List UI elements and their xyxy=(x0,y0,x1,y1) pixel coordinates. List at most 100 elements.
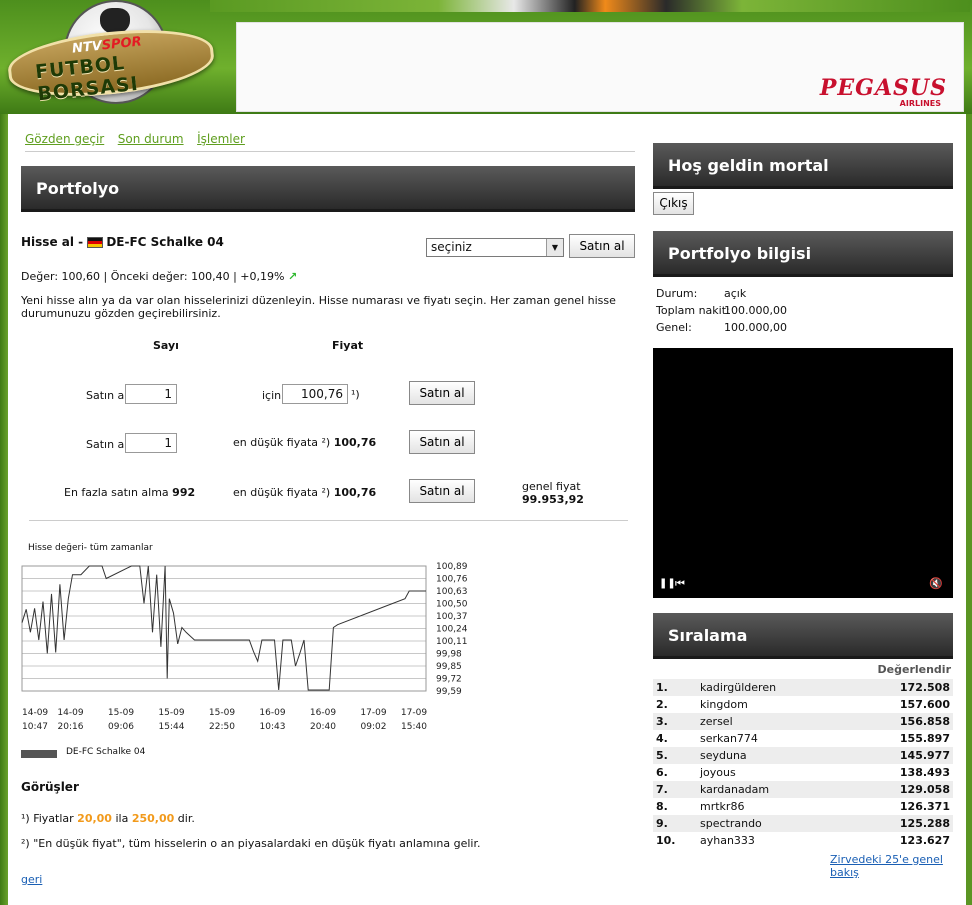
ranking-value: 138.493 xyxy=(899,766,950,779)
team-select-value: seçiniz xyxy=(431,240,472,254)
ranking-row: 7. kardanadam 129.058 xyxy=(653,781,953,798)
x-tick-label: 10:47 xyxy=(22,722,48,732)
ad-brand: PEGASUS xyxy=(819,75,947,101)
ranking-pos: 3. xyxy=(656,715,668,728)
tab-overview[interactable]: Gözden geçir xyxy=(25,132,104,146)
x-tick-label: 15-09 xyxy=(158,708,184,718)
nav-tabs: Gözden geçir Son durum İşlemler xyxy=(25,132,635,152)
row2-lowest-label: en düşük fiyata ²) xyxy=(233,436,331,449)
row1-price-input[interactable]: 100,76 xyxy=(282,384,348,404)
row3-lowest: en düşük fiyata ²) 100,76 xyxy=(233,486,376,499)
site-logo[interactable]: NTVSPOR FUTBOL BORSASI xyxy=(5,0,217,110)
x-tick-label: 17-09 xyxy=(360,708,386,718)
ranking-name: kingdom xyxy=(700,698,748,711)
y-tick-label: 99,98 xyxy=(436,650,462,660)
row2-qty-input[interactable]: 1 xyxy=(125,433,177,453)
ranking-name: spectrando xyxy=(700,817,762,830)
ranking-name: kardanadam xyxy=(700,783,770,796)
ranking-pos: 6. xyxy=(656,766,668,779)
info-key-status: Durum: xyxy=(656,287,698,300)
y-tick-label: 100,76 xyxy=(436,575,468,585)
ranking-pos: 5. xyxy=(656,749,668,762)
col-price: Fiyat xyxy=(332,339,364,352)
x-tick-label: 14-09 xyxy=(22,708,48,718)
x-tick-label: 09:02 xyxy=(361,722,387,732)
ranking-value: 156.858 xyxy=(899,715,950,728)
portfolio-title: Portfolyo xyxy=(21,166,635,212)
ranking-pos: 9. xyxy=(656,817,668,830)
x-tick-label: 14-09 xyxy=(57,708,83,718)
legend-label: DE-FC Schalke 04 xyxy=(66,747,146,757)
ranking-row: 4. serkan774 155.897 xyxy=(653,730,953,747)
info-values: açık 100.000,00 100.000,00 xyxy=(724,285,787,336)
note2: ²) "En düşük fiyat", tüm hisselerin o an… xyxy=(21,837,481,850)
x-tick-label: 15-09 xyxy=(209,708,235,718)
opinions-title: Görüşler xyxy=(21,780,79,794)
trend-up-icon: ↗ xyxy=(287,270,298,283)
ranking-header: Değerlendir xyxy=(877,663,951,676)
ranking-pos: 2. xyxy=(656,698,668,711)
ranking-name: seyduna xyxy=(700,749,747,762)
ranking-name: serkan774 xyxy=(700,732,758,745)
row1-for-label: için xyxy=(262,389,282,402)
ranking-value: 172.508 xyxy=(899,681,950,694)
ranking-value: 157.600 xyxy=(899,698,950,711)
ranking-value: 125.288 xyxy=(899,817,950,830)
ranking-row: 2. kingdom 157.600 xyxy=(653,696,953,713)
ranking-row: 1. kadirgülderen 172.508 xyxy=(653,679,953,696)
total-value: 99.953,92 xyxy=(522,493,584,506)
note1: ¹) Fiyatlar 20,00 ila 250,00 dir. xyxy=(21,812,195,825)
ranking-pos: 1. xyxy=(656,681,668,694)
x-tick-label: 15:40 xyxy=(401,722,427,732)
row3-buy-button[interactable]: Satın al xyxy=(409,479,475,503)
row2-buy-button[interactable]: Satın al xyxy=(409,430,475,454)
ranking-pos: 10. xyxy=(656,834,676,847)
mute-icon[interactable]: 🔇 xyxy=(929,577,943,590)
ranking-row: 3. zersel 156.858 xyxy=(653,713,953,730)
x-tick-label: 22:50 xyxy=(209,722,235,732)
note1-post: dir. xyxy=(177,812,195,825)
logout-button[interactable]: Çıkış xyxy=(653,192,694,215)
y-tick-label: 100,24 xyxy=(436,625,468,635)
ad-brand-sub: AIRLINES xyxy=(899,99,941,108)
row1-qty-input[interactable]: 1 xyxy=(125,384,177,404)
ranking-name: ayhan333 xyxy=(700,834,755,847)
video-player[interactable]: ❚❚ ⏮ 🔇 xyxy=(653,348,953,598)
y-tick-label: 100,50 xyxy=(436,600,468,610)
row3-label: En fazla satın alma xyxy=(64,486,169,499)
ranking-pos: 4. xyxy=(656,732,668,745)
buy-heading: Hisse al - DE-FC Schalke 04 xyxy=(21,235,224,249)
select-buy-button[interactable]: Satın al xyxy=(569,234,635,258)
y-tick-label: 99,85 xyxy=(436,662,462,672)
team-select[interactable]: seçiniz ▼ xyxy=(426,238,564,257)
info-title: Portfolyo bilgisi xyxy=(653,231,953,277)
x-tick-label: 17-09 xyxy=(401,708,427,718)
chart-title: Hisse değeri- tüm zamanlar xyxy=(28,543,153,553)
header-decoration xyxy=(210,0,970,12)
ranking-value: 145.977 xyxy=(899,749,950,762)
row3-lowest-label: en düşük fiyata ²) xyxy=(233,486,331,499)
x-tick-label: 16-09 xyxy=(310,708,336,718)
info-val-status: açık xyxy=(724,287,747,300)
note1-max: 250,00 xyxy=(131,812,175,825)
value-text: Değer: 100,60 | Önceki değer: 100,40 | +… xyxy=(21,270,285,283)
tab-transactions[interactable]: İşlemler xyxy=(197,132,245,146)
row1-label: Satın al xyxy=(86,389,128,402)
y-tick-label: 100,89 xyxy=(436,562,468,572)
ad-banner[interactable]: PEGASUS AIRLINES xyxy=(236,22,964,112)
info-val-cash: 100.000,00 xyxy=(724,304,787,317)
top25-link[interactable]: Zirvedeki 25'e genel bakış xyxy=(830,853,972,879)
row2-lowest: en düşük fiyata ²) 100,76 xyxy=(233,436,376,449)
legend-swatch xyxy=(21,750,57,758)
ranking-value: 126.371 xyxy=(899,800,950,813)
tab-status[interactable]: Son durum xyxy=(118,132,184,146)
info-keys: Durum: Toplam nakit: Genel: xyxy=(656,285,730,336)
row1-buy-button[interactable]: Satın al xyxy=(409,381,475,405)
row1-footnote: ¹) xyxy=(351,388,360,401)
skip-back-icon[interactable]: ⏮ xyxy=(675,577,685,591)
ranking-row: 6. joyous 138.493 xyxy=(653,764,953,781)
pause-icon[interactable]: ❚❚ xyxy=(659,578,676,589)
ranking-name: kadirgülderen xyxy=(700,681,777,694)
back-link[interactable]: geri xyxy=(21,873,42,886)
ranking-title: Sıralama xyxy=(653,613,953,659)
